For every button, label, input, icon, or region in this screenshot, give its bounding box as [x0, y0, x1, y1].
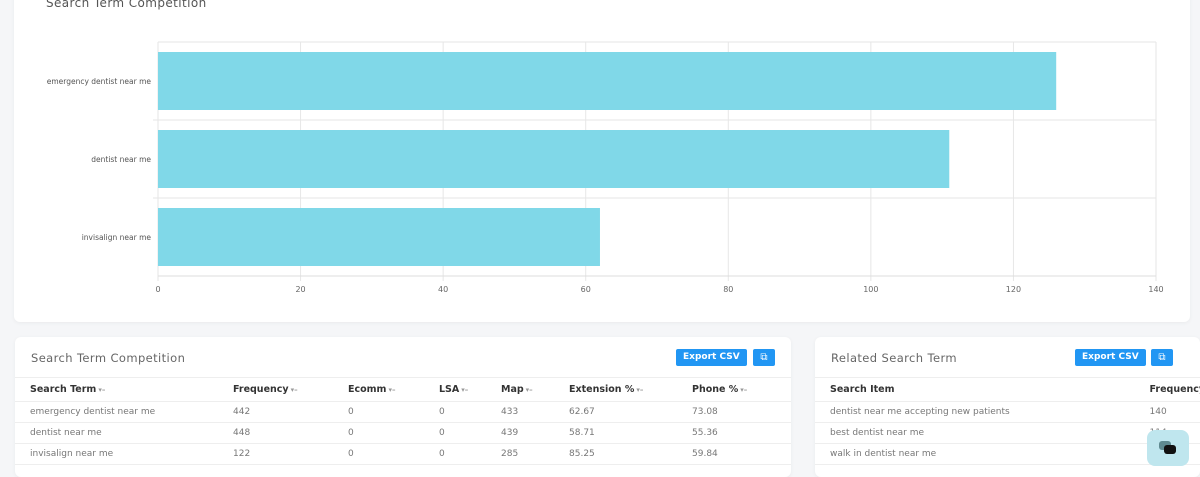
column-header[interactable]: Extension % ▾–: [554, 377, 677, 402]
table-cell: invisalign near me: [15, 443, 218, 465]
column-label: Map: [501, 384, 524, 395]
column-label: LSA: [439, 384, 460, 395]
bar: [158, 52, 1057, 110]
x-tick-label: 60: [581, 285, 591, 294]
sort-icon[interactable]: ▾–: [636, 386, 643, 394]
y-category-label: emergency dentist near me: [47, 77, 152, 86]
x-tick-label: 0: [155, 285, 160, 294]
related-table: Search Item Frequency dentist near me acce…: [815, 377, 1200, 465]
table-cell: dentist near me accepting new patients: [815, 401, 1135, 423]
copy-icon[interactable]: ⧉: [753, 349, 775, 366]
table-cell: walk in dentist near me: [815, 443, 1135, 465]
x-tick-label: 120: [1006, 285, 1021, 294]
sort-icon[interactable]: ▾–: [291, 386, 298, 394]
table-cell: 122: [218, 443, 333, 465]
sort-icon[interactable]: ▾–: [461, 386, 468, 394]
x-tick-label: 20: [295, 285, 305, 294]
bar: [158, 130, 950, 188]
export-csv-button[interactable]: Export CSV: [1075, 349, 1146, 366]
y-category-label: dentist near me: [91, 155, 151, 164]
x-tick-label: 140: [1148, 285, 1163, 294]
table-cell: 0: [424, 401, 486, 423]
x-tick-label: 100: [863, 285, 878, 294]
table-cell: 85.25: [554, 443, 677, 465]
column-label: Search Term: [30, 384, 97, 395]
table-row[interactable]: best dentist near me114: [815, 422, 1200, 444]
column-header[interactable]: Ecomm ▾–: [333, 377, 424, 402]
chart-card: Search Term Competition 0 20 40 60 80 100 120 1…: [14, 0, 1190, 322]
column-header[interactable]: Frequency ▾–: [218, 377, 333, 402]
table-cell: dentist near me: [15, 422, 218, 444]
chat-widget-button[interactable]: [1147, 430, 1189, 466]
competition-title: Search Term Competition: [31, 351, 186, 365]
related-card: Related Search Term Export CSV ⧉ Search …: [815, 337, 1200, 477]
column-header[interactable]: LSA ▾–: [424, 377, 486, 402]
table-cell: 439: [486, 422, 554, 444]
table-cell: 62.67: [554, 401, 677, 423]
column-header[interactable]: Phone % ▾–: [677, 377, 791, 402]
table-cell: 0: [424, 443, 486, 465]
table-cell: 0: [424, 422, 486, 444]
bar: [158, 208, 600, 266]
table-cell: 442: [218, 401, 333, 423]
table-cell: emergency dentist near me: [15, 401, 218, 423]
table-cell: best dentist near me: [815, 422, 1135, 444]
column-header[interactable]: Search Term ▾–: [15, 377, 218, 402]
y-category-label: invisalign near me: [82, 233, 152, 242]
related-title: Related Search Term: [831, 351, 957, 365]
competition-card: Search Term Competition Export CSV ⧉ Sea…: [15, 337, 791, 477]
sort-icon[interactable]: ▾–: [526, 386, 533, 394]
table-row[interactable]: walk in dentist near me: [815, 443, 1200, 465]
column-label: Phone %: [692, 384, 739, 395]
column-label: Ecomm: [348, 384, 387, 395]
x-tick-label: 80: [723, 285, 733, 294]
table-cell: 448: [218, 422, 333, 444]
table-cell: 58.71: [554, 422, 677, 444]
column-header[interactable]: Search Item: [815, 377, 1135, 402]
table-row[interactable]: dentist near me accepting new patients 14…: [815, 401, 1200, 423]
table-cell: 59.84: [677, 443, 791, 465]
bar-chart: 0 20 40 60 80 100 120 140 emergency dentist near…: [47, 41, 1164, 294]
table-row[interactable]: emergency dentist near me 442 0 0 433 62.67 73…: [15, 401, 791, 423]
table-cell: 0: [333, 422, 424, 444]
table-cell: 433: [486, 401, 554, 423]
x-tick-label: 40: [438, 285, 448, 294]
column-label: Search Item: [830, 384, 895, 395]
table-row[interactable]: invisalign near me 122 0 0 285 85.25 59.84: [15, 443, 791, 465]
export-csv-button[interactable]: Export CSV: [676, 349, 747, 366]
sort-icon[interactable]: ▾–: [98, 386, 105, 394]
table-row[interactable]: dentist near me 448 0 0 439 58.71 55.36: [15, 422, 791, 444]
table-cell: 55.36: [677, 422, 791, 444]
copy-icon[interactable]: ⧉: [1151, 349, 1173, 366]
table-cell: 0: [333, 401, 424, 423]
column-label: Frequency: [1149, 384, 1200, 395]
column-label: Extension %: [569, 384, 635, 395]
table-cell: 73.08: [677, 401, 791, 423]
table-cell: 285: [486, 443, 554, 465]
sort-icon[interactable]: ▾–: [388, 386, 395, 394]
sort-icon[interactable]: ▾–: [740, 386, 747, 394]
column-header[interactable]: Map ▾–: [486, 377, 554, 402]
column-label: Frequency: [233, 384, 289, 395]
table-cell: 0: [333, 443, 424, 465]
column-header[interactable]: Frequency: [1134, 377, 1200, 402]
competition-table: Search Term ▾– Frequency ▾– Ecomm ▾– LSA ▾– Map ▾…: [15, 377, 791, 465]
table-cell: 140: [1134, 401, 1200, 423]
chart-title: Search Term Competition: [46, 0, 207, 10]
